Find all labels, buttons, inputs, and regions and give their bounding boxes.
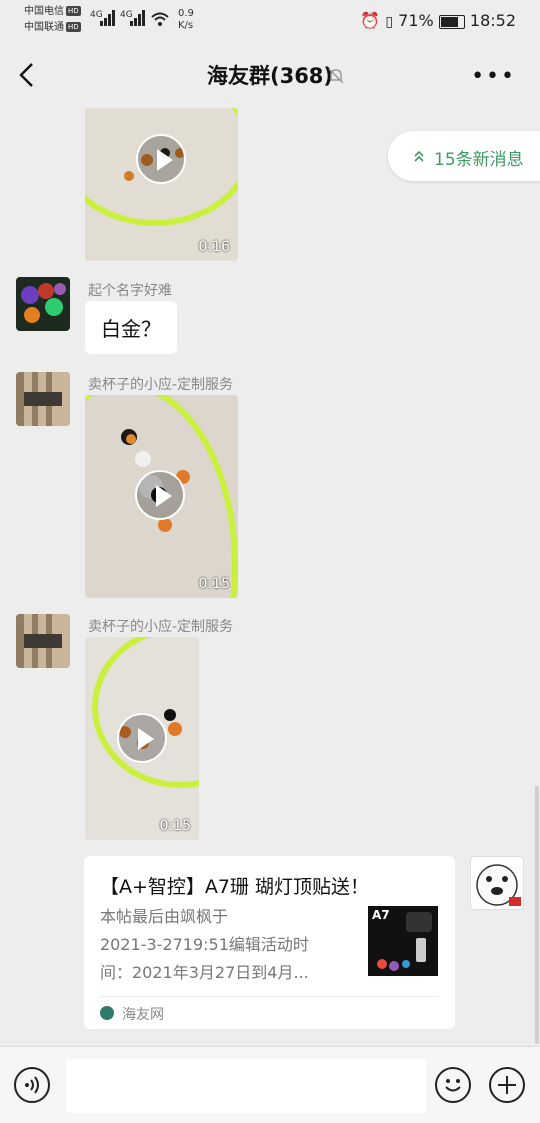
play-icon[interactable] xyxy=(117,713,167,763)
signal-icon xyxy=(100,10,118,26)
double-chevron-up-icon xyxy=(414,150,424,162)
link-card-message[interactable]: 【A+智控】A7珊 瑚灯顶贴送！ 本帖最后由飒枫于 2021-3-2719:51… xyxy=(84,856,455,1029)
plus-sign xyxy=(498,1076,516,1094)
sender-name: 卖杯子的小应-定制服务 xyxy=(88,377,234,393)
clock: 18:52 xyxy=(469,11,516,30)
link-card-title: 【A+智控】A7珊 瑚灯顶贴送！ xyxy=(100,876,370,898)
mute-bell-icon xyxy=(328,68,344,84)
smiley-face xyxy=(445,1079,461,1092)
avatar-image xyxy=(16,614,70,668)
video-duration: 0:15 xyxy=(159,818,191,834)
link-card-source: 海友网 xyxy=(122,1007,164,1023)
avatar[interactable] xyxy=(16,614,70,668)
carrier-2: 中国联通 HD xyxy=(24,22,81,33)
add-more-icon[interactable] xyxy=(489,1067,525,1103)
more-options-icon[interactable]: ••• xyxy=(471,64,516,89)
video-message[interactable]: 0:15 xyxy=(85,395,238,598)
text-message[interactable]: 白金？ xyxy=(85,301,177,354)
video-message[interactable]: 0:15 xyxy=(85,637,199,840)
avatar-image xyxy=(16,372,70,426)
status-bar: 中国电信 HD 中国联通 HD 4G 4G 0.9 K/s ⏰ ▯ 71% 18:52 xyxy=(0,0,540,42)
wifi-icon xyxy=(151,12,169,26)
input-bar xyxy=(0,1046,540,1123)
link-card-desc-line: 间：2021年3月27日到4月... xyxy=(100,963,309,982)
new-messages-button[interactable]: 15条新消息 xyxy=(388,131,540,181)
new-messages-label: 15条新消息 xyxy=(434,150,524,170)
battery-icon xyxy=(438,14,465,29)
sender-name: 卖杯子的小应-定制服务 xyxy=(88,619,234,635)
signal-icon xyxy=(130,10,148,26)
video-duration: 0:16 xyxy=(198,239,230,255)
vibrate-icon: ▯ xyxy=(385,14,394,30)
avatar-image xyxy=(21,283,66,323)
status-right: ⏰ ▯ 71% 18:52 xyxy=(360,11,516,30)
carrier-1: 中国电信 HD xyxy=(24,6,81,17)
voice-input-icon[interactable] xyxy=(14,1067,50,1103)
alarm-icon: ⏰ xyxy=(360,11,381,30)
avatar[interactable] xyxy=(16,372,70,426)
link-card-thumbnail: A7 xyxy=(368,906,438,976)
video-message[interactable]: 0:16 xyxy=(85,108,238,261)
chat-title: 海友群(368) xyxy=(206,64,334,88)
video-duration: 0:15 xyxy=(198,576,230,592)
net-speed: 0.9 K/s xyxy=(178,8,194,31)
source-logo-icon xyxy=(100,1006,114,1020)
my-avatar[interactable] xyxy=(470,856,524,910)
link-card-divider xyxy=(100,996,439,997)
message-input[interactable] xyxy=(66,1059,426,1113)
play-icon[interactable] xyxy=(136,134,186,184)
avatar[interactable] xyxy=(16,277,70,331)
emoji-icon[interactable] xyxy=(435,1067,471,1103)
play-icon[interactable] xyxy=(135,470,185,520)
sender-name: 起个名字好难 xyxy=(88,283,172,299)
link-card-desc-line: 2021-3-2719:51编辑活动时 xyxy=(100,935,309,954)
chat-header: 海友群(368) ••• xyxy=(0,42,540,108)
voice-waves xyxy=(25,1076,39,1094)
avatar-image xyxy=(476,864,521,906)
scrollbar[interactable] xyxy=(535,786,539,1044)
battery-percent: 71% xyxy=(398,11,434,30)
link-card-desc-line: 本帖最后由飒枫于 xyxy=(100,907,229,926)
thumbnail-art xyxy=(377,912,432,971)
link-card-description: 本帖最后由飒枫于 2021-3-2719:51编辑活动时 间：2021年3月27… xyxy=(100,903,336,987)
